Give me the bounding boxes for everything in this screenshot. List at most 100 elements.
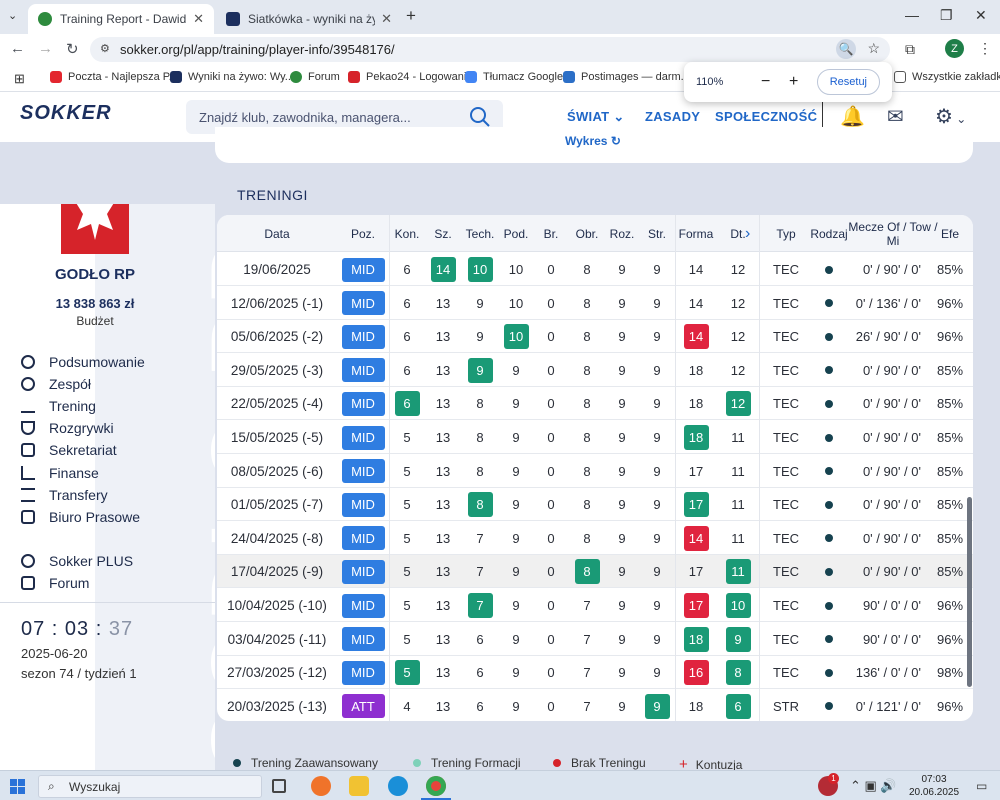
position-badge[interactable]: MID	[341, 391, 385, 416]
windows-start-icon[interactable]	[10, 779, 26, 795]
position-badge[interactable]: MID	[341, 358, 385, 383]
menu-spolecznosc[interactable]: SPOŁECZNOŚĆ	[715, 109, 817, 124]
back-arrow-icon[interactable]: ←	[10, 40, 25, 57]
page-scrollbar[interactable]	[967, 497, 972, 687]
tab-list-chevron-icon[interactable]: ⌄	[8, 9, 17, 22]
column-header-br[interactable]: Br.	[533, 215, 569, 252]
file-explorer-icon[interactable]	[349, 776, 369, 796]
column-header-str[interactable]: Str.	[639, 215, 675, 252]
column-header-pod[interactable]: Pod.	[499, 215, 533, 252]
position-badge[interactable]: MID	[341, 492, 385, 517]
bookmark-all[interactable]: Wszystkie zakładki	[894, 71, 1000, 83]
zoom-reset-button[interactable]: Resetuj	[816, 69, 880, 95]
menu-zasady[interactable]: ZASADY	[645, 109, 700, 124]
bookmark-tlumacz[interactable]: Tłumacz Google	[465, 71, 563, 83]
nav-forum[interactable]: Forum	[21, 575, 89, 591]
column-header-date[interactable]: Data	[217, 215, 337, 252]
table-row[interactable]: 19/06/2025 MID 6 14 10 10 0 8 9 9 14 12 TEC 0' / 90' …	[217, 253, 973, 286]
firefox-icon[interactable]	[311, 776, 331, 796]
table-row[interactable]: 22/05/2025 (-4) MID 6 13 8 9 0 8 9 9 18 12 TEC 0' / 9…	[217, 387, 973, 421]
table-row[interactable]: 08/05/2025 (-6) MID 5 13 8 9 0 8 9 9 17 11 TEC 0' / 9…	[217, 455, 973, 488]
apps-grid-icon[interactable]: ⊞	[14, 71, 25, 87]
table-row[interactable]: 20/03/2025 (-13) ATT 4 13 6 9 0 7 9 9 18 6 STR 0' / 1…	[217, 690, 973, 721]
settings-gear-icon[interactable]: ⚙ ⌄	[935, 104, 966, 129]
taskbar-clock[interactable]: 07:03 20.06.2025	[906, 773, 962, 799]
position-badge[interactable]: MID	[341, 660, 385, 685]
nav-finanse[interactable]: Finanse	[21, 465, 99, 481]
column-header-tech[interactable]: Tech.	[461, 215, 499, 252]
table-row[interactable]: 17/04/2025 (-9) MID 5 13 7 9 0 8 9 9 17 11 TEC 0' / 9…	[217, 555, 973, 589]
position-badge[interactable]: MID	[341, 324, 385, 349]
column-header-forma[interactable]: Forma	[675, 215, 717, 252]
browser-menu-icon[interactable]: ⋮	[978, 40, 992, 57]
nav-rozgrywki[interactable]: Rozgrywki	[21, 420, 114, 436]
position-badge[interactable]: MID	[341, 257, 385, 282]
position-badge[interactable]: MID	[341, 291, 385, 316]
position-badge[interactable]: MID	[341, 425, 385, 450]
table-row[interactable]: 27/03/2025 (-12) MID 5 13 6 9 0 7 9 9 16 8 TEC 136' /…	[217, 656, 973, 690]
sokker-logo[interactable]: SOKKER	[20, 102, 112, 125]
column-header-obr[interactable]: Obr.	[569, 215, 605, 252]
nav-sokker-plus[interactable]: Sokker PLUS	[21, 553, 133, 569]
reload-icon[interactable]: ↻	[66, 40, 79, 58]
bookmark-poczta[interactable]: Poczta - Najlepsza P...	[50, 71, 178, 83]
forward-arrow-icon[interactable]: →	[38, 40, 53, 57]
minimize-icon[interactable]: —	[905, 7, 919, 23]
notifications-icon[interactable]: ▭	[976, 779, 987, 793]
edge-icon[interactable]	[388, 776, 408, 796]
mail-icon[interactable]: ✉	[887, 104, 904, 129]
notification-bell-icon[interactable]: 🔔	[840, 104, 865, 129]
club-name[interactable]: GODŁO RP	[0, 266, 190, 283]
bookmark-star-icon[interactable]: ☆	[867, 40, 880, 57]
chart-link[interactable]: Wykres ↻	[565, 134, 621, 148]
nav-trening[interactable]: Trening	[21, 398, 96, 414]
table-row[interactable]: 10/04/2025 (-10) MID 5 13 7 9 0 7 9 9 17 10 TEC 90' /…	[217, 589, 973, 622]
task-view-icon[interactable]	[272, 779, 286, 793]
table-row[interactable]: 12/06/2025 (-1) MID 6 13 9 10 0 8 9 9 14 12 TEC 0' / …	[217, 287, 973, 320]
nav-zespol[interactable]: Zespół	[21, 376, 91, 392]
zoom-in-button[interactable]: +	[787, 73, 801, 91]
column-header-roz[interactable]: Roz.	[605, 215, 639, 252]
bookmark-wyniki[interactable]: Wyniki na żywo: Wy...	[170, 71, 294, 83]
restore-icon[interactable]: ❐	[940, 7, 953, 24]
table-row[interactable]: 29/05/2025 (-3) MID 6 13 9 9 0 8 9 9 18 12 TEC 0' / 9…	[217, 354, 973, 387]
table-row[interactable]: 15/05/2025 (-5) MID 5 13 8 9 0 8 9 9 18 11 TEC 0' / 9…	[217, 421, 973, 454]
position-badge[interactable]: ATT	[341, 694, 385, 719]
zoom-icon[interactable]: 🔍	[836, 39, 856, 59]
column-header-pos[interactable]: Poz.	[337, 215, 389, 252]
position-badge[interactable]: MID	[341, 459, 385, 484]
zoom-out-button[interactable]: −	[759, 73, 773, 91]
tab-training-report[interactable]: Training Report - Dawid Ziemia ✕	[28, 4, 214, 34]
bookmark-pekao[interactable]: Pekao24 - Logowanie	[348, 71, 472, 83]
column-header-efe[interactable]: Efe	[935, 215, 965, 252]
column-header-sz[interactable]: Sz.	[425, 215, 461, 252]
close-tab-icon[interactable]: ✕	[193, 11, 204, 27]
bookmark-forum[interactable]: Forum	[290, 71, 340, 83]
extensions-icon[interactable]: ⧉	[905, 41, 915, 58]
taskbar-search-input[interactable]: ⌕ Wyszukaj	[38, 775, 262, 798]
chrome-icon[interactable]	[426, 776, 446, 796]
close-window-icon[interactable]: ✕	[975, 7, 987, 24]
column-header-mecze[interactable]: Mecze Of / Tow / Mi	[843, 215, 943, 252]
position-badge[interactable]: MID	[341, 593, 385, 618]
url-field[interactable]: ⚙ sokker.org/pl/app/training/player-info…	[90, 37, 890, 62]
position-badge[interactable]: MID	[341, 627, 385, 652]
tab-siatkowka[interactable]: Siatkówka - wyniki na żywo, wy ✕	[216, 4, 402, 34]
position-badge[interactable]: MID	[341, 559, 385, 584]
menu-swiat[interactable]: ŚWIAT ⌄	[567, 109, 625, 125]
table-row[interactable]: 05/06/2025 (-2) MID 6 13 9 10 0 8 9 9 14 12 TEC 26' /…	[217, 320, 973, 354]
table-row[interactable]: 24/04/2025 (-8) MID 5 13 7 9 0 8 9 9 14 11 TEC 0' / 9…	[217, 522, 973, 555]
bookmark-postimages[interactable]: Postimages — darm...	[563, 71, 690, 83]
nav-podsumowanie[interactable]: Podsumowanie	[21, 354, 145, 370]
nav-biuro-prasowe[interactable]: Biuro Prasowe	[21, 509, 140, 525]
site-info-icon[interactable]: ⚙	[100, 42, 110, 55]
new-tab-button[interactable]: +	[406, 6, 416, 26]
profile-avatar[interactable]: Z	[945, 39, 964, 58]
chevron-right-icon[interactable]: ›	[745, 225, 750, 243]
table-row[interactable]: 01/05/2025 (-7) MID 5 13 8 9 0 8 9 9 17 11 TEC 0' / 9…	[217, 488, 973, 522]
position-badge[interactable]: MID	[341, 526, 385, 551]
close-tab-icon[interactable]: ✕	[381, 11, 392, 27]
nav-transfery[interactable]: Transfery	[21, 487, 108, 503]
system-tray-icons[interactable]: ⌃ ▣ 🔊	[850, 778, 897, 794]
nav-sekretariat[interactable]: Sekretariat	[21, 442, 117, 458]
